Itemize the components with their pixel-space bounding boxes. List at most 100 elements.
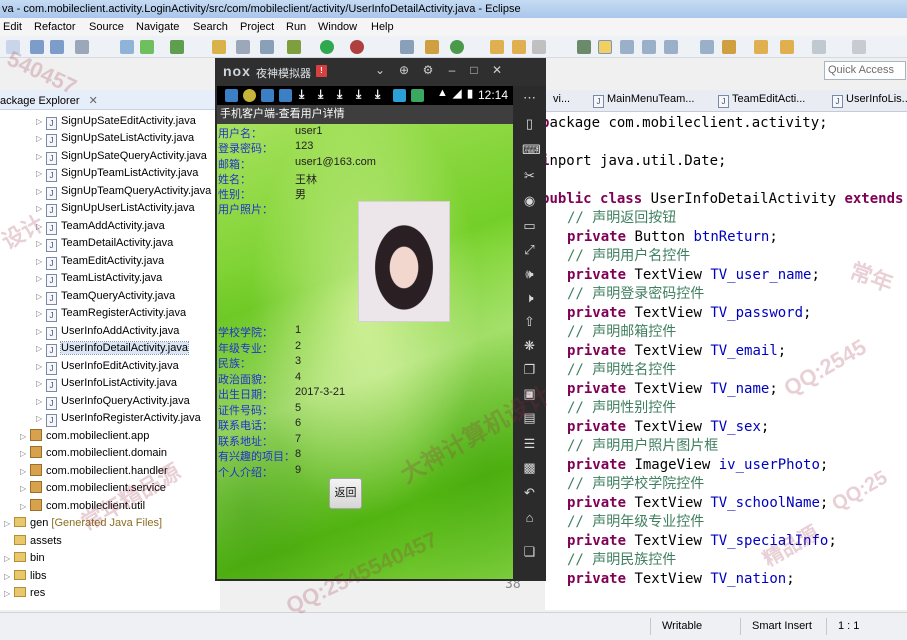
minimize-icon[interactable]: –	[444, 63, 460, 77]
tree-package[interactable]: ▷ com.mobileclient.app	[20, 428, 149, 445]
menu-edit[interactable]: Edit	[3, 21, 22, 33]
open-type-icon[interactable]	[490, 40, 504, 54]
chevron-down-icon[interactable]: ⌄	[372, 63, 388, 77]
tree-folder[interactable]: ▷ libs	[4, 568, 47, 585]
forward-icon[interactable]	[780, 40, 794, 54]
quick-access-input[interactable]: Quick Access	[824, 61, 906, 80]
menu-navigate[interactable]: Navigate	[136, 21, 179, 33]
fullscreen-icon[interactable]: ⤢	[522, 242, 537, 257]
scissors-icon[interactable]: ✂	[522, 168, 537, 183]
lint-icon[interactable]	[170, 40, 184, 54]
maximize-icon[interactable]: □	[466, 63, 482, 77]
fit-screen-icon[interactable]: ▩	[522, 460, 537, 475]
tree-file[interactable]: ▷ J SignUpTeamQueryActivity.java	[36, 183, 211, 200]
tree-folder[interactable]: assets	[4, 533, 62, 550]
home-icon[interactable]: ⌂	[522, 510, 537, 525]
menu-window[interactable]: Window	[318, 21, 357, 33]
editor-tab[interactable]: J MainMenuTeam...	[593, 93, 694, 108]
tree-file[interactable]: ▷ J UserInfoEditActivity.java	[36, 358, 179, 375]
screen-icon[interactable]: ▭	[522, 218, 537, 233]
run-icon[interactable]	[320, 40, 334, 54]
open-task-icon[interactable]	[512, 40, 526, 54]
perspective-icon[interactable]	[852, 40, 866, 54]
tree-file[interactable]: ▷ J TeamQueryActivity.java	[36, 288, 175, 305]
editor-tab[interactable]: J TeamEditActi...	[718, 93, 805, 108]
camera-icon[interactable]: ▣	[522, 386, 537, 401]
external-tools-icon[interactable]	[350, 40, 364, 54]
block-select-icon[interactable]	[620, 40, 634, 54]
menu-icon[interactable]: ☰	[522, 436, 537, 451]
save-all-icon[interactable]	[50, 40, 64, 54]
mark-occurrences-icon[interactable]	[598, 40, 612, 54]
volume-up-icon[interactable]: 🕪	[522, 266, 537, 281]
back-icon[interactable]: ↶	[522, 485, 537, 500]
avd-manager-icon[interactable]	[140, 40, 154, 54]
tree-file[interactable]: ▷ J SignUpSateEditActivity.java	[36, 113, 196, 130]
tree-file[interactable]: ▷ J UserInfoAddActivity.java	[36, 323, 179, 340]
tree-package[interactable]: ▷ com.mobileclient.domain	[20, 445, 167, 462]
tree-gen-folder[interactable]: ▷ gen [Generated Java Files]	[4, 515, 162, 532]
menu-run[interactable]: Run	[286, 21, 306, 33]
pilcrow-icon[interactable]	[664, 40, 678, 54]
menu-help[interactable]: Help	[371, 21, 394, 33]
tree-file[interactable]: ▷ J TeamRegisterActivity.java	[36, 305, 186, 322]
tools-icon[interactable]	[260, 40, 274, 54]
prev-annotation-icon[interactable]	[722, 40, 736, 54]
tree-file[interactable]: ▷ J TeamAddActivity.java	[36, 218, 165, 235]
show-whitespace-icon[interactable]	[642, 40, 656, 54]
record-icon[interactable]: ▤	[522, 410, 537, 425]
menu-project[interactable]: Project	[240, 21, 274, 33]
tree-folder[interactable]: ▷ bin	[4, 550, 45, 567]
tree-file[interactable]: ▷ J SignUpSateListActivity.java	[36, 130, 194, 147]
layout-icon[interactable]	[236, 40, 250, 54]
print-icon[interactable]	[75, 40, 89, 54]
editor-tab[interactable]: vi...	[553, 93, 570, 105]
menu-source[interactable]: Source	[89, 21, 124, 33]
multi-window-icon[interactable]: ❐	[522, 362, 537, 377]
close-icon[interactable]: ✕	[89, 95, 98, 107]
recent-apps-icon[interactable]: ❏	[522, 544, 537, 559]
pin-editor-icon[interactable]	[812, 40, 826, 54]
new-icon[interactable]	[6, 40, 20, 54]
alert-badge[interactable]: !	[316, 65, 327, 77]
sdk-manager-icon[interactable]	[120, 40, 134, 54]
loading-icon[interactable]: ❋	[522, 338, 537, 353]
annotation-icon[interactable]	[577, 40, 591, 54]
location-icon[interactable]: ◉	[522, 193, 537, 208]
new-package-icon[interactable]	[450, 40, 464, 54]
next-annotation-icon[interactable]	[700, 40, 714, 54]
menu-refactor[interactable]: Refactor	[34, 21, 76, 33]
tree-file-selected[interactable]: ▷ J UserInfoDetailActivity.java	[36, 340, 189, 357]
editor-tab[interactable]: J UserInfoLis...	[832, 93, 907, 108]
tree-file[interactable]: ▷ J TeamEditActivity.java	[36, 253, 164, 270]
tree-file[interactable]: ▷ J TeamListActivity.java	[36, 270, 162, 287]
tree-file[interactable]: ▷ J SignUpTeamListActivity.java	[36, 165, 198, 182]
save-icon[interactable]	[30, 40, 44, 54]
tree-file[interactable]: ▷ J SignUpUserListActivity.java	[36, 200, 195, 217]
tree-package[interactable]: ▷ com.mobileclient.handler	[20, 463, 168, 480]
tree-file[interactable]: ▷ J UserInfoListActivity.java	[36, 375, 177, 392]
tree-folder[interactable]: ▷ res	[4, 585, 45, 602]
tree-file[interactable]: ▷ J TeamDetailActivity.java	[36, 235, 173, 252]
tree-file[interactable]: ▷ J SignUpSateQueryActivity.java	[36, 148, 207, 165]
code-editor[interactable]: package com.mobileclient.activity; inpor…	[545, 112, 907, 610]
keyboard-icon[interactable]: ⌨	[522, 142, 541, 157]
wrench-icon[interactable]	[400, 40, 414, 54]
new-class-icon[interactable]	[425, 40, 439, 54]
upload-icon[interactable]: ⇧	[522, 314, 537, 329]
back-icon[interactable]	[754, 40, 768, 54]
debug-icon[interactable]	[287, 40, 301, 54]
pin-icon[interactable]: ⊕	[396, 63, 412, 77]
settings-icon[interactable]: ⚙	[420, 63, 436, 77]
tree-file[interactable]: ▷ J UserInfoRegisterActivity.java	[36, 410, 201, 427]
tree-package[interactable]: ▷ com.mobileclient.service	[20, 480, 166, 497]
close-icon[interactable]: ✕	[489, 63, 505, 77]
search-icon[interactable]	[532, 40, 546, 54]
menu-search[interactable]: Search	[193, 21, 228, 33]
back-button[interactable]: 返回	[329, 478, 362, 509]
phone-icon[interactable]: ▯	[522, 116, 537, 131]
volume-down-icon[interactable]: 🕨	[522, 290, 537, 305]
more-icon[interactable]: ⋯	[522, 90, 537, 105]
tree-package[interactable]: ▷ com.mobileclient.util	[20, 498, 145, 515]
tree-file[interactable]: ▷ J UserInfoQueryActivity.java	[36, 393, 190, 410]
